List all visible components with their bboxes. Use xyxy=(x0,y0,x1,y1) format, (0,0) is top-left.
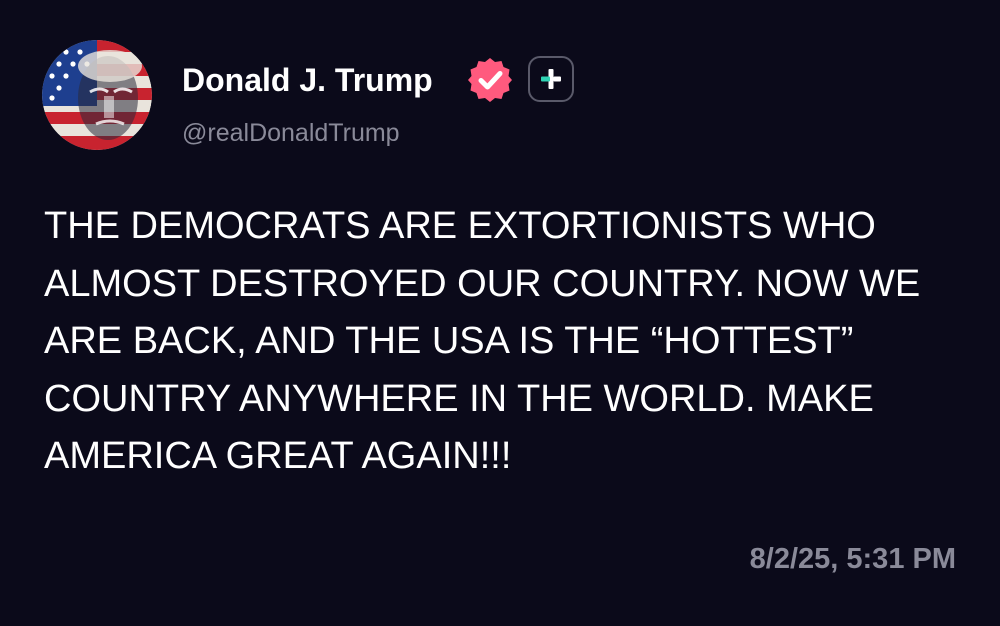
post-body-text: THE DEMOCRATS ARE EXTORTIONISTS WHO ALMO… xyxy=(44,205,921,477)
post-timestamp[interactable]: 8/2/25, 5:31 PM xyxy=(750,540,956,578)
author-display-name[interactable]: Donald J. Trump xyxy=(182,58,433,102)
author-handle[interactable]: @realDonaldTrump xyxy=(182,116,400,150)
verified-badge-icon xyxy=(466,56,514,104)
plus-badge-icon[interactable] xyxy=(528,56,574,102)
avatar[interactable] xyxy=(42,40,152,150)
plus-icon xyxy=(541,69,561,89)
avatar-image xyxy=(42,40,152,150)
post-card: Donald J. Trump @realDonaldTrump THE DEM… xyxy=(0,0,1000,626)
